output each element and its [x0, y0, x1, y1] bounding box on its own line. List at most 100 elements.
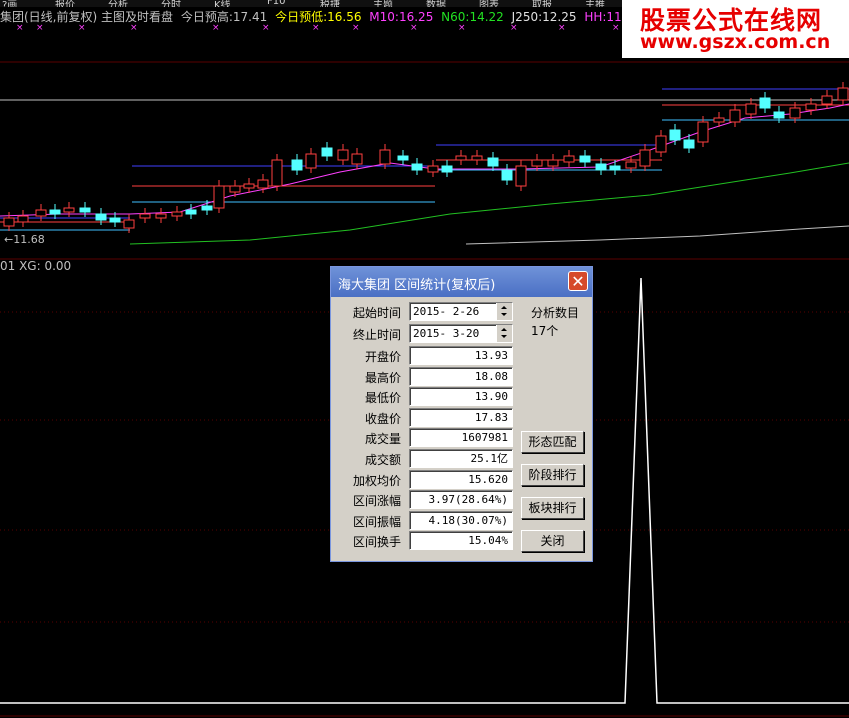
candle-body — [123, 219, 135, 229]
candle-body — [397, 155, 409, 161]
candle-body — [789, 107, 801, 119]
interval-stats-dialog: 海大集团 区间统计(复权后) ✕ 起始时间 2015- 2-26 终止时间 20… — [330, 266, 593, 562]
today-low-value: 16.56 — [327, 10, 362, 24]
candle-body — [595, 163, 607, 171]
chart-header: 集团(日线,前复权) 主图及时看盘 今日预高:17.41 今日预低:16.56 … — [0, 8, 641, 26]
candle-body — [139, 213, 151, 219]
end-time-label: 终止时间 — [352, 328, 401, 342]
candle-body — [441, 165, 453, 173]
j250-value: 12.25 — [542, 10, 577, 24]
m10-value: 16.25 — [398, 10, 434, 24]
menu-item[interactable]: K线 — [214, 0, 231, 7]
sector-rank-button[interactable]: 板块排行 — [521, 497, 584, 519]
today-low-label: 今日预低: — [275, 10, 328, 24]
menu-item[interactable]: F10 — [267, 0, 285, 7]
indicator-label: 01 XG: 0.00 — [0, 259, 72, 273]
stat-label: 最高价 — [364, 371, 401, 385]
candle-body — [579, 155, 591, 163]
close-button[interactable]: 关闭 — [521, 530, 584, 552]
menu-item[interactable]: 分时 — [161, 0, 181, 7]
menu-item[interactable]: 税捷 — [320, 0, 340, 7]
candle-body — [531, 159, 543, 167]
interval-bands — [0, 88, 849, 231]
stat-label: 最低价 — [364, 391, 401, 405]
low-price-marker: ←11.68 — [4, 233, 45, 246]
start-time-spinner[interactable] — [496, 303, 512, 320]
candle-body — [63, 207, 75, 213]
candle-body — [257, 179, 269, 189]
stat-label: 区间换手 — [352, 535, 401, 549]
candle-body — [95, 213, 107, 221]
dialog-titlebar[interactable]: 海大集团 区间统计(复权后) ✕ — [331, 267, 592, 297]
candle-body — [697, 121, 709, 143]
stat-label: 区间振幅 — [352, 515, 401, 529]
start-time-label: 起始时间 — [352, 306, 401, 320]
menu-item[interactable]: 取报 — [532, 0, 552, 7]
stat-value: 13.93 — [409, 346, 513, 365]
menu-item[interactable]: 报价 — [55, 0, 75, 7]
candle-body — [171, 211, 183, 217]
menu-item[interactable]: 分析 — [108, 0, 128, 7]
candle-body — [515, 165, 527, 187]
n60-label: N60: — [441, 10, 470, 24]
candle-body — [821, 95, 833, 105]
menu-item[interactable]: 图表 — [479, 0, 499, 7]
stat-label: 成交量 — [364, 432, 401, 446]
stat-value: 1607981 — [409, 428, 513, 447]
low-price-value: 11.68 — [13, 233, 45, 246]
stat-value: 17.83 — [409, 408, 513, 427]
chart-title: 集团(日线,前复权) 主图及时看盘 — [0, 10, 173, 24]
menu-item[interactable]: ?画 — [2, 0, 17, 7]
stat-label: 收盘价 — [364, 412, 401, 426]
today-high-value: 17.41 — [232, 10, 268, 24]
today-high-label: 今日预高: — [180, 10, 233, 24]
menu-item[interactable]: 数据 — [426, 0, 446, 7]
n60-value: 14.22 — [469, 10, 504, 24]
end-time-value: 2015- 3-20 — [413, 327, 480, 340]
candle-body — [3, 217, 15, 227]
menu-item[interactable]: 主推 — [585, 0, 605, 7]
candle-body — [655, 135, 667, 153]
close-icon[interactable]: ✕ — [568, 271, 588, 291]
candle-body — [229, 185, 241, 193]
candle-body — [243, 183, 255, 189]
candle-body — [321, 147, 333, 157]
candle-body — [563, 155, 575, 163]
stat-label: 开盘价 — [364, 350, 401, 364]
candle-body — [291, 159, 303, 171]
candle-body — [155, 213, 167, 219]
stat-label: 加权均价 — [352, 474, 401, 488]
j250-label: J250: — [511, 10, 543, 24]
candle-body — [79, 207, 91, 213]
stat-value: 4.18(30.07%) — [409, 511, 513, 530]
watermark-url: www.gszx.com.cn — [640, 31, 831, 53]
candle-body — [17, 215, 29, 223]
candle-body — [379, 149, 391, 165]
candle-body — [35, 209, 47, 217]
candle-body — [213, 185, 225, 209]
stat-value: 15.04% — [409, 531, 513, 550]
start-time-value: 2015- 2-26 — [413, 305, 480, 318]
candle-body — [713, 117, 725, 123]
candle-body — [305, 153, 317, 169]
hh-label: HH: — [584, 10, 607, 24]
stat-label: 区间涨幅 — [352, 494, 401, 508]
m10-label: M10: — [369, 10, 399, 24]
candle-body — [185, 209, 197, 215]
candle-body — [837, 87, 849, 101]
candle-body — [501, 169, 513, 181]
candle-body — [625, 161, 637, 169]
candle-body — [669, 129, 681, 141]
candle-body — [773, 111, 785, 119]
end-time-spinner[interactable] — [496, 325, 512, 342]
stage-rank-button[interactable]: 阶段排行 — [521, 464, 584, 486]
count-value: 17个 — [531, 324, 559, 338]
candle-body — [411, 163, 423, 171]
start-time-picker[interactable]: 2015- 2-26 — [409, 302, 513, 321]
pattern-match-button[interactable]: 形态匹配 — [521, 431, 584, 453]
stat-value: 13.90 — [409, 387, 513, 406]
menu-item[interactable]: 主题 — [373, 0, 393, 7]
candle-body — [487, 157, 499, 167]
stat-value: 3.97(28.64%) — [409, 490, 513, 509]
end-time-picker[interactable]: 2015- 3-20 — [409, 324, 513, 343]
